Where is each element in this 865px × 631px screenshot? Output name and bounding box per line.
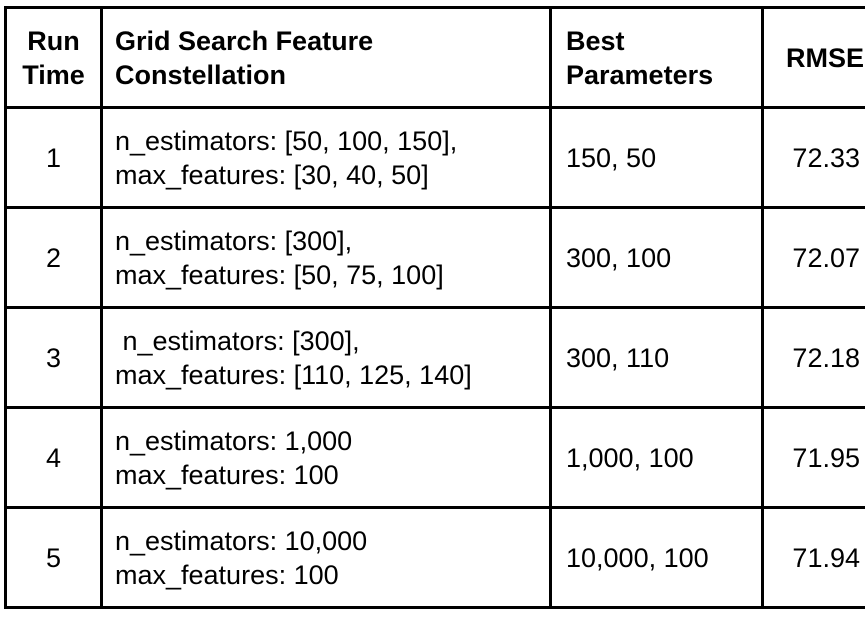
best-parameters-cell: 150, 50 bbox=[549, 106, 764, 209]
grid-search-line: n_estimators: [50, 100, 150], bbox=[115, 125, 458, 156]
table-row: 5 n_estimators: 10,000 max_features: 100… bbox=[4, 506, 865, 609]
header-run-time: Run Time bbox=[4, 6, 103, 109]
best-parameters-cell: 300, 100 bbox=[549, 206, 764, 309]
grid-search-cell: n_estimators: 1,000 max_features: 100 bbox=[100, 406, 552, 509]
grid-search-results-table: Run Time Grid Search Feature Constellati… bbox=[4, 6, 865, 609]
grid-search-cell: n_estimators: 10,000 max_features: 100 bbox=[100, 506, 552, 609]
grid-search-line: max_features: 100 bbox=[115, 459, 339, 490]
grid-search-cell: n_estimators: [300], max_features: [50, … bbox=[100, 206, 552, 309]
rmse-cell: 71.94 bbox=[761, 506, 865, 609]
grid-search-line: max_features: [50, 75, 100] bbox=[115, 259, 444, 290]
run-number-cell: 4 bbox=[4, 406, 103, 509]
grid-search-line: max_features: [110, 125, 140] bbox=[115, 359, 472, 390]
table-row: 2 n_estimators: [300], max_features: [50… bbox=[4, 206, 865, 309]
header-grid-search-line: Grid Search Feature bbox=[115, 25, 374, 56]
table-row: 3 n_estimators: [300], max_features: [11… bbox=[4, 306, 865, 409]
best-parameters-cell: 300, 110 bbox=[549, 306, 764, 409]
header-grid-search-line: Constellation bbox=[115, 59, 287, 90]
header-grid-search: Grid Search Feature Constellation bbox=[100, 6, 552, 109]
run-number-cell: 5 bbox=[4, 506, 103, 609]
grid-search-cell: n_estimators: [300], max_features: [110,… bbox=[100, 306, 552, 409]
header-best-parameters-line: Best bbox=[566, 25, 625, 56]
best-parameters-cell: 10,000, 100 bbox=[549, 506, 764, 609]
table-header-row: Run Time Grid Search Feature Constellati… bbox=[4, 6, 865, 109]
header-best-parameters-line: Parameters bbox=[566, 59, 714, 90]
table-row: 4 n_estimators: 1,000 max_features: 100 … bbox=[4, 406, 865, 509]
run-number-cell: 2 bbox=[4, 206, 103, 309]
grid-search-line: max_features: [30, 40, 50] bbox=[115, 159, 429, 190]
run-number-cell: 1 bbox=[4, 106, 103, 209]
results-table-container: Run Time Grid Search Feature Constellati… bbox=[4, 6, 865, 609]
grid-search-line: n_estimators: 10,000 bbox=[115, 525, 368, 556]
rmse-cell: 72.18 bbox=[761, 306, 865, 409]
table-row: 1 n_estimators: [50, 100, 150], max_feat… bbox=[4, 106, 865, 209]
header-best-parameters: Best Parameters bbox=[549, 6, 764, 109]
grid-search-line: n_estimators: 1,000 bbox=[115, 425, 353, 456]
grid-search-cell: n_estimators: [50, 100, 150], max_featur… bbox=[100, 106, 552, 209]
run-number-cell: 3 bbox=[4, 306, 103, 409]
best-parameters-cell: 1,000, 100 bbox=[549, 406, 764, 509]
header-run-time-line: Run bbox=[27, 25, 80, 56]
grid-search-line: n_estimators: [300], bbox=[115, 225, 353, 256]
grid-search-line: max_features: 100 bbox=[115, 559, 339, 590]
grid-search-line: n_estimators: [300], bbox=[115, 325, 360, 356]
header-run-time-line: Time bbox=[22, 59, 85, 90]
header-rmse: RMSE bbox=[761, 6, 865, 109]
rmse-cell: 71.95 bbox=[761, 406, 865, 509]
rmse-cell: 72.07 bbox=[761, 206, 865, 309]
rmse-cell: 72.33 bbox=[761, 106, 865, 209]
